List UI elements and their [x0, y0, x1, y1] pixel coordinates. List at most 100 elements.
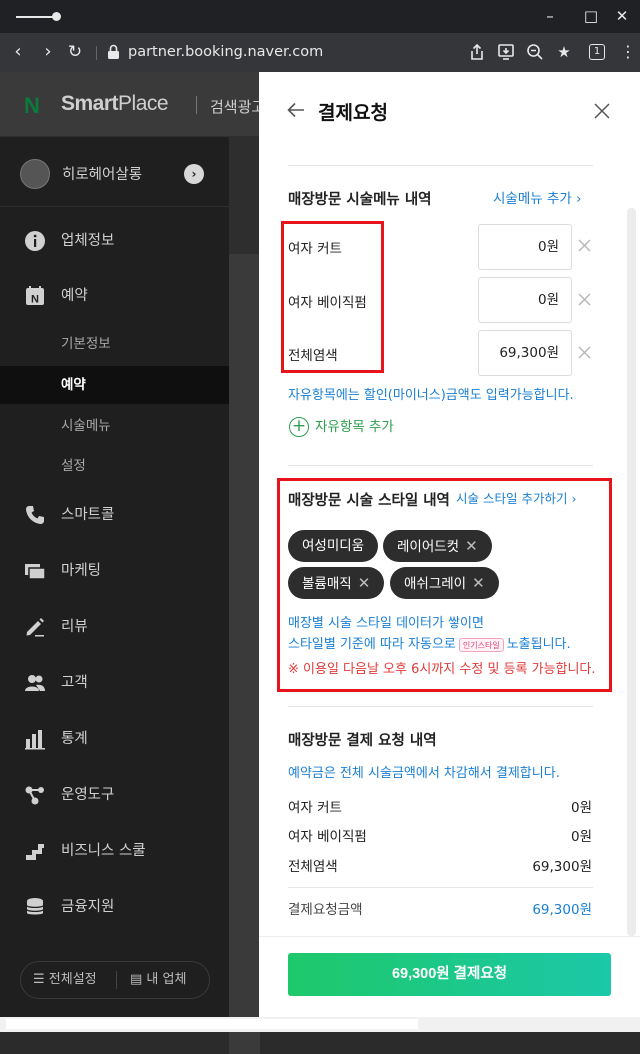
horizontal-scrollbar-thumb[interactable] — [6, 1019, 418, 1029]
menu-dots-icon[interactable]: ⋮ — [617, 42, 639, 62]
bookmark-star-icon[interactable]: ★ — [553, 42, 575, 62]
back-nav-icon[interactable]: ‹ — [7, 41, 29, 63]
menu-row-label: 여자 커트 — [288, 241, 342, 257]
shop-avatar[interactable] — [20, 159, 50, 189]
sidebar-item-tools[interactable]: 운영도구 — [24, 783, 114, 807]
share-icon — [25, 786, 44, 805]
summary-row-value: 0원 — [570, 829, 592, 845]
sidebar-sub-booking[interactable]: 예약 — [61, 375, 86, 395]
url-text[interactable]: partner.booking.naver.com — [128, 43, 323, 61]
zoom-out-icon[interactable] — [526, 43, 544, 61]
my-business-button[interactable]: ▤ 내 업체 — [130, 970, 186, 990]
sidebar-item-finance[interactable]: 금융지원 — [24, 895, 114, 919]
add-free-item-button[interactable]: + 자유항목 추가 — [289, 416, 394, 438]
maximize-button[interactable]: □ — [581, 6, 601, 26]
style-chip[interactable]: 레이어드컷 ✕ — [383, 530, 492, 562]
menu-price-input[interactable]: 69,300원 — [478, 330, 572, 376]
sidebar-item-business-school[interactable]: 비즈니스 스쿨 — [24, 839, 146, 863]
style-chip-label: 애쉬그레이 — [404, 576, 467, 592]
sidebar-item-label: 비즈니스 스쿨 — [61, 843, 146, 859]
share-icon[interactable] — [469, 43, 485, 61]
style-chip[interactable]: 여성미디움 — [288, 530, 379, 562]
pencil-icon — [26, 618, 44, 637]
style-note-text: 노출됩니다. — [506, 637, 571, 652]
sidebar-sub-settings[interactable]: 설정 — [61, 456, 86, 476]
free-item-note: 자유항목에는 할인(마이너스)금액도 입력가능합니다. — [288, 388, 574, 403]
close-window-button[interactable]: ✕ — [612, 6, 632, 26]
style-note-line1: 매장별 시술 스타일 데이터가 쌓이면 — [288, 616, 484, 631]
remove-row-icon[interactable] — [578, 239, 591, 252]
panel-title: 결제요청 — [318, 102, 388, 124]
add-free-item-label: 자유항목 추가 — [315, 419, 394, 435]
svg-text:N: N — [31, 294, 39, 306]
people-icon — [25, 675, 45, 691]
sidebar-item-label: 마케팅 — [61, 563, 102, 579]
remove-chip-icon[interactable]: ✕ — [465, 530, 478, 562]
sidebar-item-review[interactable]: 리뷰 — [24, 615, 88, 639]
steps-icon — [26, 844, 44, 860]
sidebar-item-business-info[interactable]: 업체정보 — [24, 229, 114, 253]
remove-row-icon[interactable] — [578, 346, 591, 359]
shop-switch-arrow-icon[interactable]: › — [184, 164, 204, 184]
forward-nav-icon[interactable]: › — [37, 41, 59, 63]
remove-row-icon[interactable] — [578, 293, 591, 306]
sidebar-item-booking[interactable]: N 예약 — [24, 284, 88, 308]
add-menu-link[interactable]: 시술메뉴 추가 › — [493, 187, 582, 207]
my-business-label: 내 업체 — [146, 972, 187, 987]
style-chip[interactable]: 볼륨매직 ✕ — [288, 567, 385, 599]
phone-icon — [26, 506, 44, 524]
sidebar-item-label: 고객 — [61, 675, 88, 691]
sidebar-item-statistics[interactable]: 통계 — [24, 727, 88, 751]
menu-price-input[interactable]: 0원 — [478, 277, 572, 323]
remove-chip-icon[interactable]: ✕ — [358, 567, 371, 599]
calendar-n-icon: N — [26, 286, 44, 306]
sidebar-sub-basic-info[interactable]: 기본정보 — [61, 334, 111, 354]
sidebar-item-label: 리뷰 — [61, 619, 88, 635]
sidebar-item-customer[interactable]: 고객 — [24, 671, 88, 695]
edit-deadline-warning: ※ 이용일 다음날 오후 6시까지 수정 및 등록 가능합니다. — [288, 662, 596, 677]
summary-row-label: 여자 커트 — [288, 800, 342, 816]
sidebar-divider — [0, 206, 229, 207]
add-style-label: 시술 스타일 추가하기 — [456, 491, 568, 506]
plus-circle-icon: + — [289, 417, 309, 437]
all-settings-button[interactable]: ☰ 전체설정 — [33, 970, 97, 990]
style-chip[interactable]: 애쉬그레이 ✕ — [390, 567, 499, 599]
remove-chip-icon[interactable]: ✕ — [472, 567, 485, 599]
menu-section-title: 매장방문 시술메뉴 내역 — [288, 192, 432, 208]
section-divider — [288, 465, 593, 466]
style-chip-label: 레이어드컷 — [397, 539, 460, 555]
popular-style-badge: 인기스타일 — [458, 637, 504, 652]
sidebar-item-marketing[interactable]: 마케팅 — [24, 559, 101, 583]
style-chip-label: 볼륨매직 — [302, 576, 352, 592]
smartplace-logo[interactable]: SmartPlace — [61, 92, 169, 116]
summary-divider — [288, 887, 593, 888]
reload-icon[interactable]: ↻ — [64, 41, 86, 63]
menu-price-input[interactable]: 0원 — [478, 224, 572, 270]
summary-row-label: 전체염색 — [288, 859, 338, 875]
header-tab-search-ads[interactable]: 검색광고 — [210, 96, 265, 117]
naver-logo-mark[interactable]: N — [24, 93, 40, 119]
sidebar-item-smartcall[interactable]: 스마트콜 — [24, 503, 114, 527]
install-app-icon[interactable] — [497, 43, 515, 61]
add-menu-label: 시술메뉴 추가 — [493, 191, 572, 207]
section-divider — [288, 706, 593, 707]
add-style-link[interactable]: 시술 스타일 추가하기 › — [456, 488, 576, 507]
payment-request-button[interactable]: 69,300원 결제요청 — [288, 953, 611, 996]
panel-scrollbar[interactable] — [627, 208, 636, 936]
close-icon[interactable] — [592, 101, 612, 121]
tab-count-button[interactable]: 1 — [589, 44, 605, 60]
shop-name[interactable]: 히로헤어살롱 — [62, 163, 142, 184]
tab-strip-handle[interactable] — [52, 12, 61, 21]
summary-row-label: 여자 베이직펌 — [288, 829, 367, 845]
summary-row-value: 69,300원 — [532, 859, 592, 875]
list-icon: ☰ — [33, 972, 49, 987]
sidebar-sub-menu[interactable]: 시술메뉴 — [61, 416, 111, 436]
sidebar-sub-label: 예약 — [61, 377, 86, 393]
style-note-text: 스타일별 기준에 따라 자동으로 — [288, 637, 456, 652]
minimize-button[interactable]: – — [540, 6, 560, 26]
summary-section-title: 매장방문 결제 요청 내역 — [288, 733, 437, 749]
sidebar-sub-booking-active[interactable] — [0, 366, 229, 404]
back-arrow-icon[interactable] — [286, 100, 306, 120]
info-icon — [25, 231, 45, 251]
chart-icon — [25, 730, 45, 750]
